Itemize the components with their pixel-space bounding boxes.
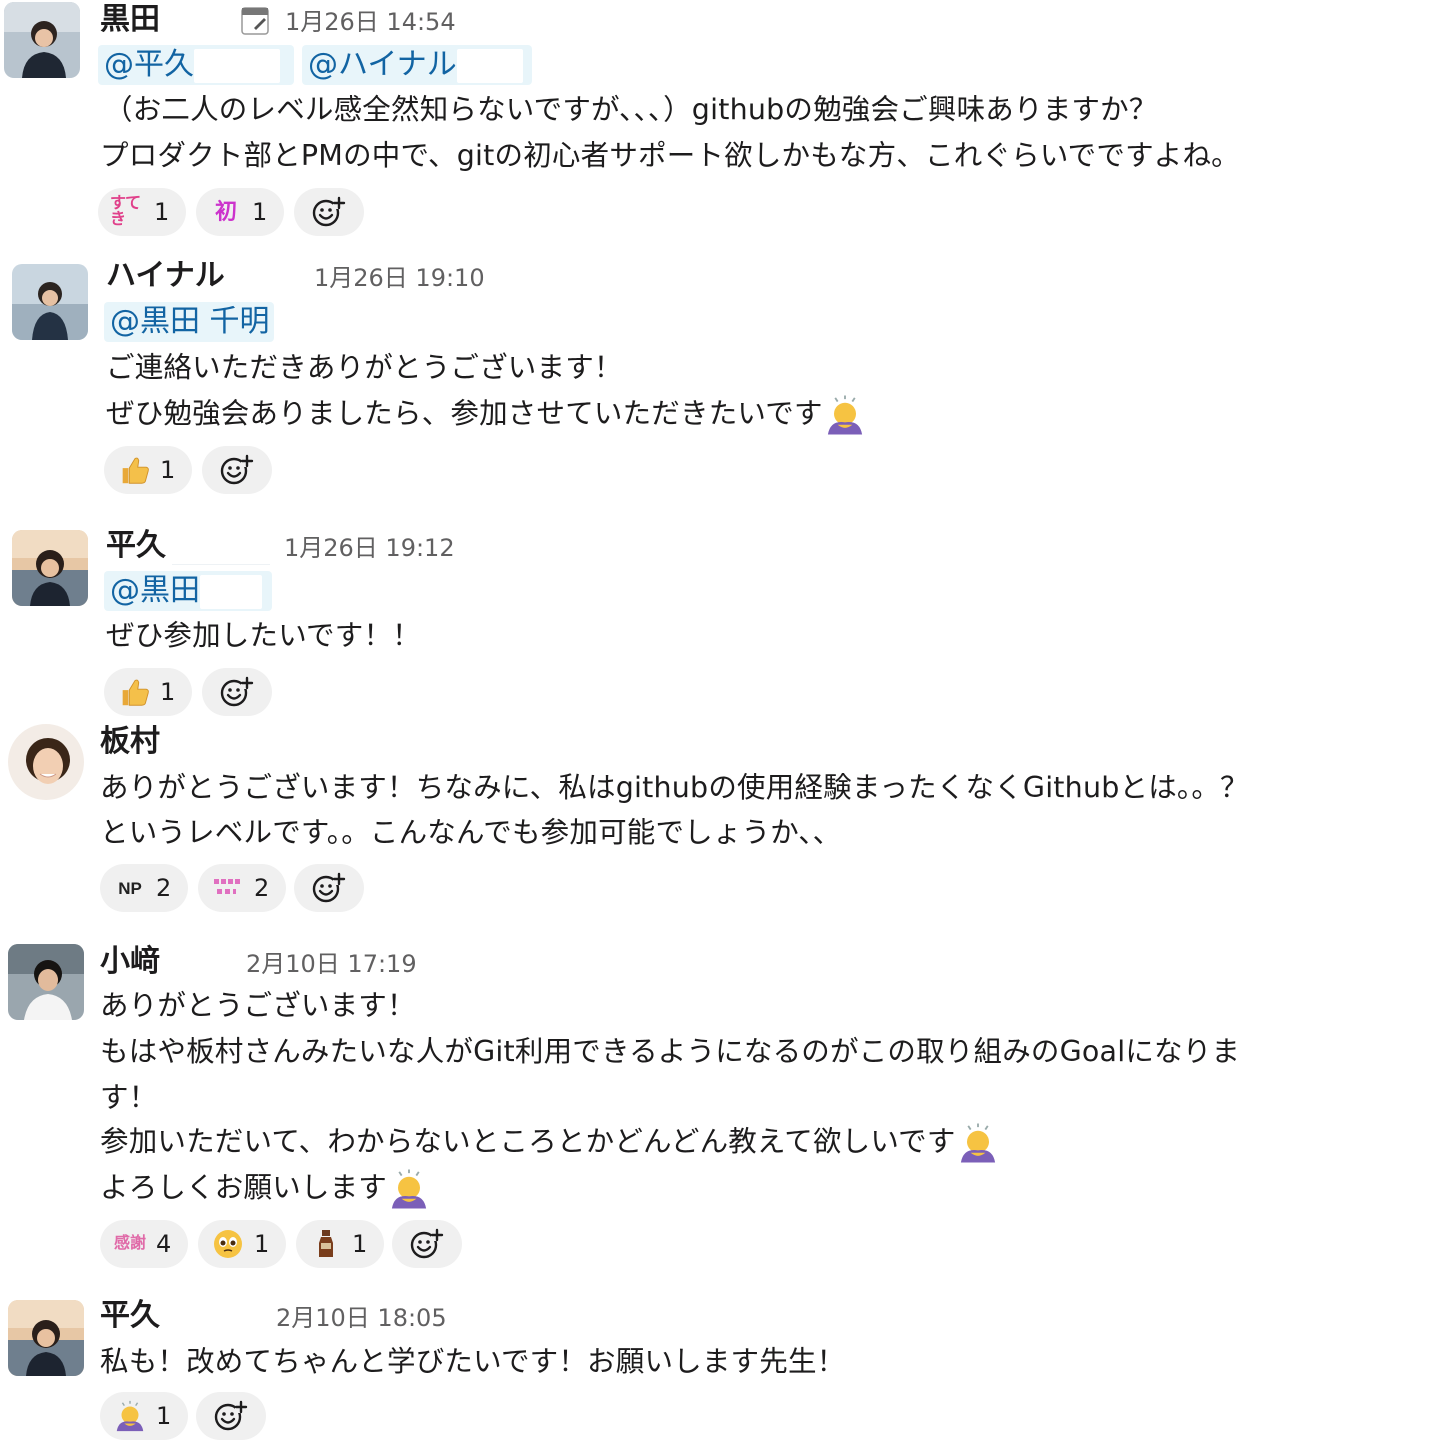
message-text-line: 私も！改めてちゃんと学びたいです！お願いします先生！: [100, 1345, 846, 1378]
timestamp[interactable]: 1月26日 19:10: [314, 260, 485, 296]
message-text-line: ぜひ参加したいです！！: [106, 619, 421, 652]
message-text-line: というレベルです。。こんなんでも参加可能でしょうか､､: [100, 816, 828, 849]
message-text-line: ご連絡いただきありがとうございます！: [106, 351, 623, 384]
message-text-line: よろしくお願いします: [100, 1166, 431, 1211]
message-text-line: 参加いただいて、わからないところとかどんどん教えて欲しいです: [100, 1120, 1000, 1165]
message-text-line: ありがとうございます！ちなみに、私はgithubの使用経験まったくなくGithu…: [100, 771, 1249, 804]
add-reaction-button[interactable]: [196, 1392, 266, 1440]
mention-user[interactable]: @平久: [98, 45, 294, 85]
kansha-icon: 感謝: [113, 1235, 146, 1252]
avatar[interactable]: [8, 1300, 84, 1376]
timestamp[interactable]: 2月10日 18:05: [276, 1300, 447, 1336]
bowing-person-icon: [112, 1398, 148, 1434]
message-text-line: プロダクト部とPMの中で、gitの初心者サポート欲しかもな方、これぐらいでですよ…: [100, 139, 1240, 172]
timestamp[interactable]: 1月26日 14:54: [285, 4, 456, 40]
add-emoji-icon: [410, 1228, 445, 1259]
redacted-name: [172, 528, 270, 565]
message-text-line: （お二人のレベル感全然知らないですが､､､）githubの勉強会ご興味ありますか…: [104, 93, 1158, 126]
author-name[interactable]: 板村: [100, 724, 160, 760]
bowing-person-icon: [826, 394, 863, 436]
author-name[interactable]: 小﨑: [100, 944, 160, 980]
np-icon: NP: [118, 878, 142, 898]
message-text-line: す！: [100, 1081, 158, 1114]
add-emoji-icon: [220, 454, 255, 485]
author-name[interactable]: ハイナル: [106, 258, 225, 294]
reaction-kansha[interactable]: 感謝 4: [100, 1220, 188, 1268]
reaction-bowing[interactable]: 1: [100, 1392, 188, 1440]
reaction-teary[interactable]: 1: [198, 1220, 286, 1268]
teary-face-icon: [210, 1226, 246, 1262]
avatar[interactable]: [12, 264, 88, 340]
add-emoji-icon: [220, 676, 255, 707]
reaction-np[interactable]: NP 2: [100, 864, 188, 912]
reaction-custom[interactable]: 初 1: [196, 188, 284, 236]
avatar[interactable]: [8, 944, 84, 1020]
bowing-person-icon: [959, 1122, 996, 1164]
mention-user[interactable]: @黒田 千明: [104, 302, 274, 342]
reaction-bottle[interactable]: 1: [296, 1220, 384, 1268]
add-emoji-icon: [214, 1400, 249, 1431]
add-reaction-button[interactable]: [202, 446, 272, 494]
author-name[interactable]: 平久: [106, 528, 166, 564]
message-text-line: もはや板村さんみたいな人がGit利用できるようになるのがこの取り組みのGoalに…: [100, 1035, 1241, 1068]
add-reaction-button[interactable]: [294, 864, 364, 912]
thumbs-up-icon: [116, 674, 152, 710]
reaction-sugoi[interactable]: すてき 1: [98, 188, 186, 236]
mention-user[interactable]: @ハイナル: [302, 45, 532, 85]
timestamp[interactable]: 2月10日 17:19: [246, 946, 417, 982]
timestamp[interactable]: 1月26日 19:12: [284, 530, 455, 566]
add-reaction-button[interactable]: [392, 1220, 462, 1268]
add-emoji-icon: [312, 872, 347, 903]
thumbs-up-icon: [116, 452, 152, 488]
bottle-icon: [308, 1226, 344, 1262]
calendar-icon: [241, 7, 269, 35]
reaction-thumbs-up[interactable]: 1: [104, 446, 192, 494]
maikai-icon: 初: [214, 199, 237, 224]
author-name[interactable]: 黒田: [100, 2, 160, 38]
avatar[interactable]: [8, 724, 84, 800]
bowing-person-icon: [390, 1168, 428, 1210]
avatar[interactable]: [4, 2, 80, 78]
reaction-custom[interactable]: 2: [198, 864, 286, 912]
message-text-line: ありがとうございます！: [100, 989, 416, 1022]
pink-text-icon: [210, 870, 246, 906]
mention-user[interactable]: @黒田: [104, 571, 272, 611]
avatar[interactable]: [12, 530, 88, 606]
add-emoji-icon: [312, 196, 347, 227]
add-reaction-button[interactable]: [294, 188, 364, 236]
reaction-thumbs-up[interactable]: 1: [104, 668, 192, 716]
author-name[interactable]: 平久: [100, 1298, 160, 1334]
add-reaction-button[interactable]: [202, 668, 272, 716]
message-text-line: ぜひ勉強会ありましたら、参加させていただきたいです: [106, 392, 867, 437]
sugoi-icon: すてき: [110, 195, 141, 228]
